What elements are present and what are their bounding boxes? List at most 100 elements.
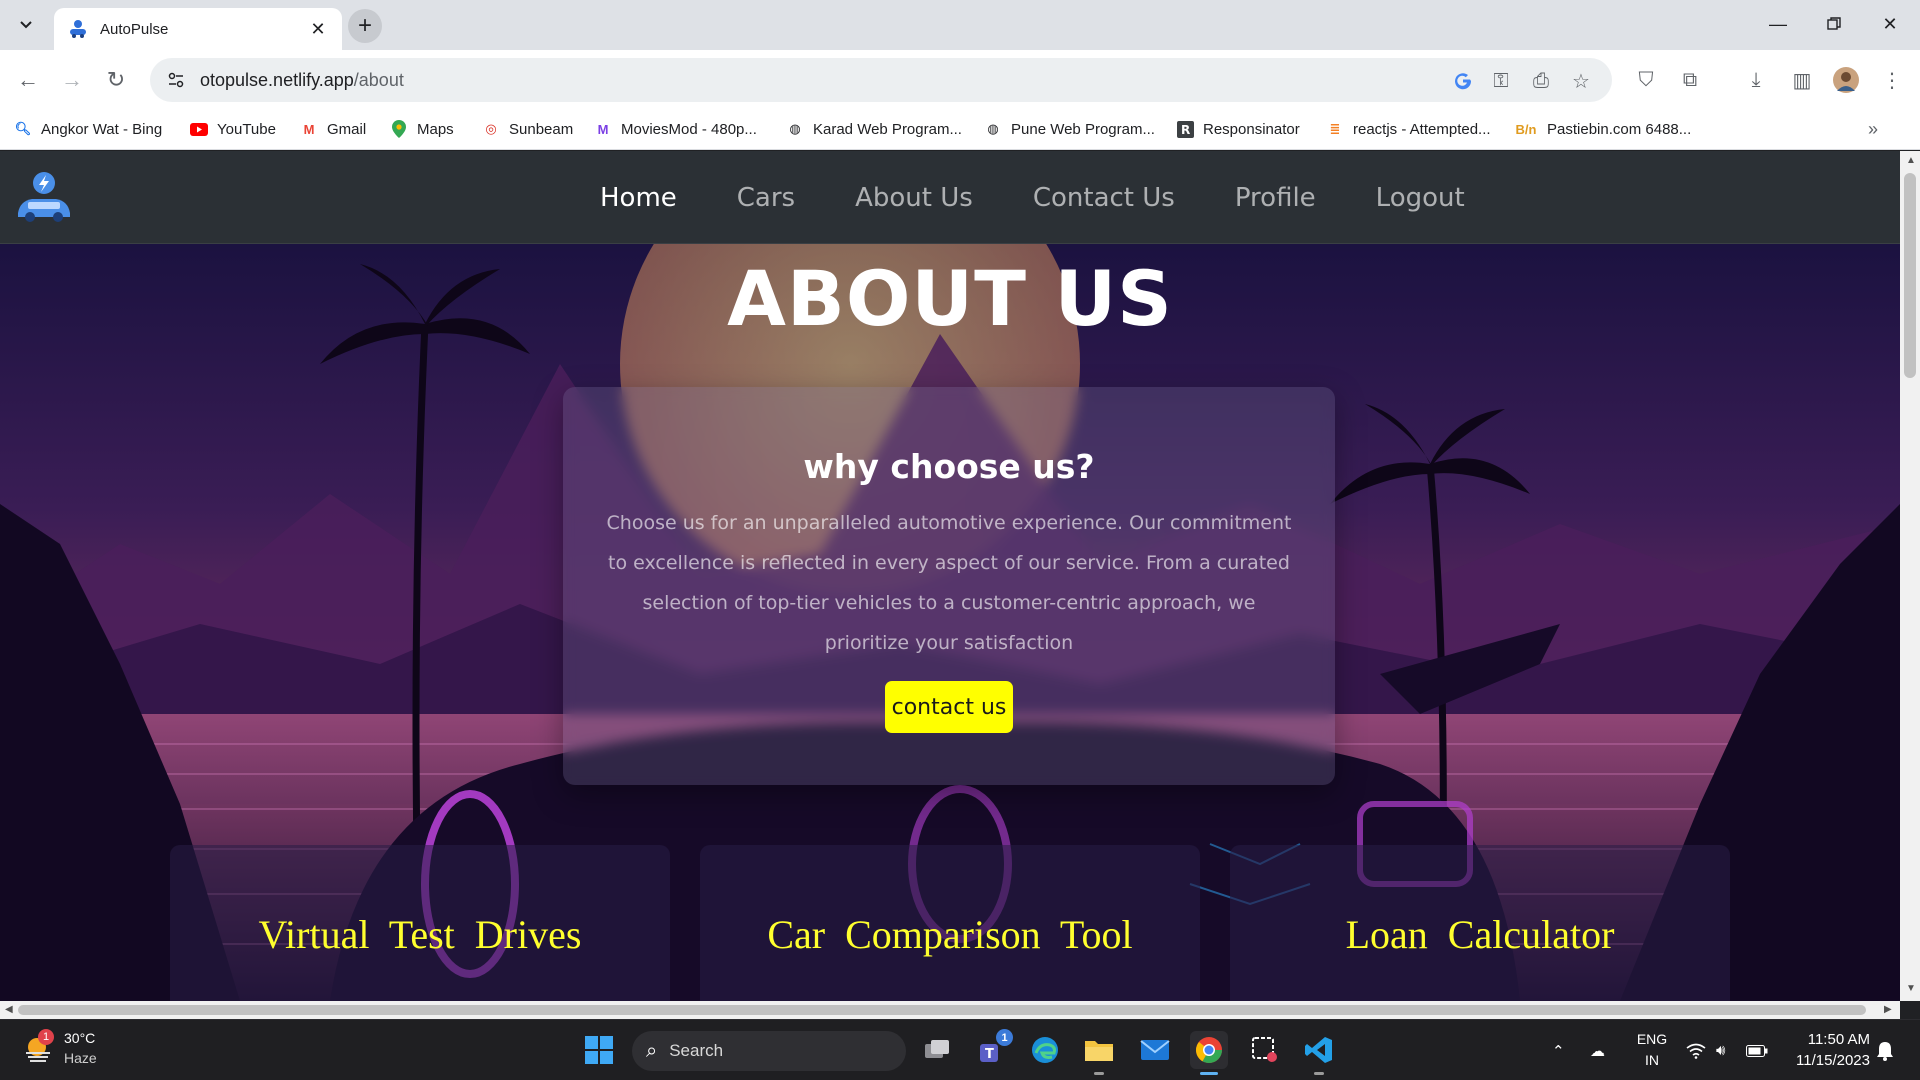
google-lens-icon[interactable] [1450, 68, 1476, 94]
youtube-icon [190, 120, 208, 138]
contact-us-button[interactable]: contact us [885, 681, 1013, 733]
globe-icon: ◍ [987, 121, 999, 136]
address-bar[interactable]: otopulse.netlify.app/about [150, 58, 1612, 102]
vscode-app-button[interactable] [1300, 1031, 1338, 1075]
bookmark-item[interactable]: M MoviesMod - 480p... [594, 116, 757, 142]
volume-icon[interactable]: 🔊︎ [1716, 1020, 1725, 1080]
page-viewport: Home Cars About Us Contact Us Profile Lo… [0, 151, 1900, 1001]
nav-profile-link[interactable]: Profile [1235, 183, 1316, 213]
plus-icon: + [357, 12, 372, 39]
language-indicator[interactable]: ENG IN [1632, 1029, 1672, 1071]
feature-card[interactable]: Virtual Test Drives [170, 845, 670, 1001]
shield-extension-icon[interactable]: ⛉ [1630, 64, 1662, 96]
close-window-button[interactable]: ✕ [1862, 0, 1918, 48]
forward-arrow-icon: → [61, 67, 83, 92]
weather-condition: Haze [64, 1050, 97, 1066]
folder-icon [1085, 1041, 1113, 1061]
card-body-text: Choose us for an unparalleled automotive… [606, 512, 1292, 654]
wifi-icon[interactable] [1686, 1020, 1706, 1080]
file-explorer-button[interactable] [1080, 1031, 1118, 1075]
tab-search-button[interactable] [12, 12, 40, 38]
site-settings-icon[interactable] [164, 68, 188, 92]
new-tab-button[interactable]: + [348, 9, 382, 43]
horizontal-scrollbar[interactable]: ◀ ▶ [0, 1001, 1900, 1019]
downloads-icon[interactable]: ⤓ [1740, 64, 1772, 96]
more-bookmarks-button[interactable]: » [1868, 116, 1878, 142]
bookmark-item[interactable]: ◍ Karad Web Program... [786, 116, 962, 142]
globe-icon: ◍ [789, 121, 801, 136]
bookmark-item[interactable]: R Responsinator [1176, 116, 1300, 142]
restore-button[interactable] [1806, 0, 1862, 48]
search-icon: ⌕ [646, 1039, 658, 1062]
task-view-button[interactable] [918, 1031, 956, 1069]
back-button[interactable]: ← [12, 64, 44, 96]
mail-app-button[interactable] [1136, 1031, 1174, 1069]
scroll-left-arrow-icon[interactable]: ◀ [5, 1004, 13, 1015]
teams-app-button[interactable]: T 1 [974, 1029, 1013, 1069]
feature-title: Car Comparison Tool [767, 912, 1133, 957]
bookmark-star-icon[interactable]: ☆ [1568, 68, 1594, 94]
bookmark-item[interactable]: ≣ reactjs - Attempted... [1326, 116, 1491, 142]
side-panel-icon[interactable]: ▥ [1786, 64, 1818, 96]
extensions-puzzle-icon[interactable]: ⧉ [1674, 64, 1706, 96]
chevron-up-icon: ⌃ [1552, 1042, 1565, 1060]
bookmark-item[interactable]: B/n Pastiebin.com 6488... [1514, 116, 1692, 142]
pastebin-icon: B/n [1515, 121, 1537, 137]
scrollbar-thumb[interactable] [1904, 173, 1916, 378]
feature-card[interactable]: Car Comparison Tool [700, 845, 1200, 1001]
feature-card[interactable]: Loan Calculator [1230, 845, 1730, 1001]
scrollbar-thumb[interactable] [18, 1005, 1866, 1015]
nav-logout-link[interactable]: Logout [1376, 183, 1465, 213]
vertical-scrollbar[interactable]: ▲ ▼ [1900, 151, 1920, 1001]
scroll-right-arrow-icon[interactable]: ▶ [1884, 1004, 1892, 1015]
nav-about-link[interactable]: About Us [855, 183, 973, 213]
maps-pin-icon [390, 120, 408, 138]
reload-icon: ↻ [106, 67, 126, 92]
weather-haze-icon: 1 [22, 1029, 56, 1065]
double-chevron-right-icon: » [1868, 118, 1879, 139]
nav-home-link[interactable]: Home [600, 183, 677, 213]
bookmark-item[interactable]: YouTube [190, 116, 276, 142]
install-app-icon[interactable]: ⎙ [1528, 68, 1554, 94]
minimize-icon: — [1769, 13, 1787, 34]
profile-avatar[interactable] [1830, 64, 1862, 96]
chrome-icon [1195, 1037, 1223, 1064]
feature-title: Loan Calculator [1345, 912, 1615, 957]
scroll-down-arrow-icon[interactable]: ▼ [1906, 983, 1916, 994]
nav-contact-link[interactable]: Contact Us [1033, 183, 1175, 213]
bookmark-item[interactable]: Maps [390, 116, 454, 142]
windows-start-icon[interactable] [584, 1035, 614, 1065]
bookmark-item[interactable]: ◎ Sunbeam [482, 116, 573, 142]
bookmark-item[interactable]: 🔍︎ Angkor Wat - Bing [14, 116, 162, 142]
clock-time: 11:50 AM [1807, 1031, 1870, 1048]
taskbar-search-box[interactable]: ⌕ Search [632, 1031, 906, 1071]
reload-button[interactable]: ↻ [100, 64, 132, 96]
notifications-bell-icon[interactable] [1876, 1020, 1894, 1080]
active-tab[interactable]: AutoPulse ✕ [54, 8, 342, 50]
show-hidden-icons-button[interactable]: ⌃ [1552, 1020, 1565, 1080]
scroll-up-arrow-icon[interactable]: ▲ [1906, 155, 1916, 166]
site-navbar: Home Cars About Us Contact Us Profile Lo… [0, 151, 1900, 244]
chrome-menu-icon[interactable]: ⋮ [1876, 64, 1908, 96]
forward-button[interactable]: → [56, 64, 88, 96]
edge-app-button[interactable] [1026, 1031, 1064, 1069]
bookmark-item[interactable]: ◍ Pune Web Program... [984, 116, 1155, 142]
close-tab-icon[interactable]: ✕ [308, 19, 328, 40]
password-key-icon[interactable]: ⚿ [1488, 68, 1514, 94]
clock[interactable]: 11:50 AM 11/15/2023 [1782, 1029, 1870, 1071]
weather-widget[interactable]: 1 30°C Haze [22, 1028, 97, 1068]
search-label: Search [669, 1041, 724, 1060]
bing-search-icon: 🔍︎ [14, 121, 32, 136]
nav-cars-link[interactable]: Cars [737, 183, 795, 213]
minimize-button[interactable]: — [1750, 0, 1806, 48]
chrome-app-button[interactable] [1190, 1031, 1228, 1075]
chevron-down-icon [20, 21, 32, 29]
bookmark-item[interactable]: M Gmail [300, 116, 367, 142]
autopulse-logo-icon[interactable] [14, 169, 74, 225]
card-heading: why choose us? [803, 447, 1095, 486]
task-view-icon [925, 1040, 949, 1058]
onedrive-icon[interactable]: ☁ [1590, 1020, 1605, 1080]
feature-title: Virtual Test Drives [258, 912, 582, 957]
battery-icon[interactable] [1746, 1020, 1768, 1080]
snipping-tool-button[interactable] [1246, 1031, 1284, 1069]
